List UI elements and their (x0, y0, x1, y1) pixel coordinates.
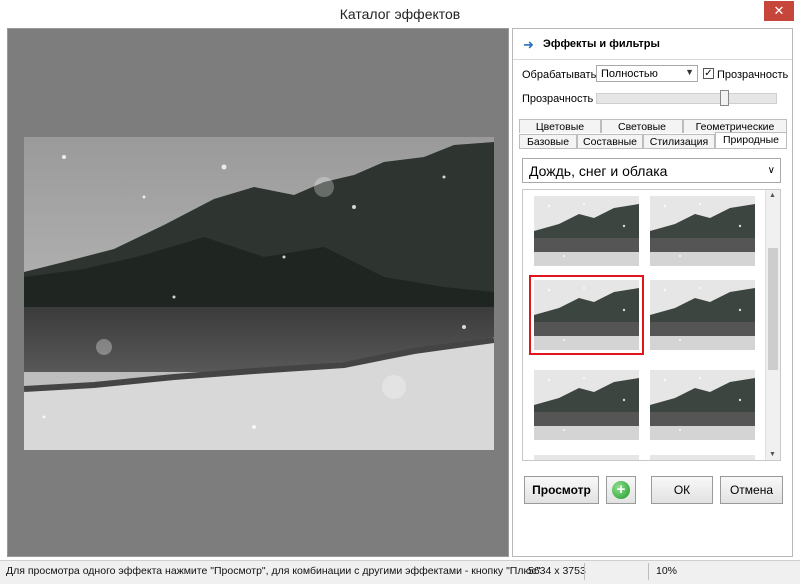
plus-button[interactable]: + (606, 476, 636, 504)
effect-thumbnail[interactable] (650, 196, 755, 266)
tab-divider (519, 148, 787, 149)
status-separator (648, 563, 649, 580)
cancel-button[interactable]: Отмена (720, 476, 783, 504)
effect-category-value: Дождь, снег и облака (529, 163, 668, 179)
status-separator (584, 563, 585, 580)
transparency-checkbox[interactable]: ✓ (703, 68, 714, 79)
panel-header: ➜ Эффекты и фильтры (513, 29, 792, 60)
ok-button[interactable]: ОК (651, 476, 713, 504)
tab-compound[interactable]: Составные (577, 134, 643, 148)
effect-category-select[interactable]: Дождь, снег и облака ∨ (522, 158, 781, 183)
panel-title: Эффекты и фильтры (543, 38, 660, 50)
status-hint: Для просмотра одного эффекта нажмите "Пр… (6, 565, 541, 577)
effect-thumbnail-selected[interactable] (529, 275, 644, 355)
plus-icon: + (612, 481, 630, 499)
thumbnails-scrollbar[interactable]: ▲ ▼ (765, 190, 780, 460)
status-bar: Для просмотра одного эффекта нажмите "Пр… (0, 560, 800, 584)
scrollbar-thumb[interactable] (768, 248, 778, 370)
title-bar: Каталог эффектов ✕ (0, 0, 800, 28)
tab-light[interactable]: Световые (601, 119, 683, 133)
tab-geometric[interactable]: Геометрические (683, 119, 787, 133)
tab-natural[interactable]: Природные (715, 132, 787, 148)
scroll-up-icon[interactable]: ▲ (769, 192, 776, 199)
preview-area (7, 28, 509, 557)
effect-thumbnail[interactable] (534, 196, 639, 266)
tab-stylize[interactable]: Стилизация (643, 134, 715, 148)
transparency-checkbox-label: Прозрачность (717, 69, 789, 81)
effect-thumbnail[interactable] (650, 455, 755, 460)
process-select[interactable]: Полностью ▼ (596, 65, 698, 82)
effect-thumbnail[interactable] (650, 280, 755, 350)
effect-thumbnails: ▲ ▼ (522, 189, 781, 461)
process-label: Обрабатывать (522, 69, 597, 81)
close-icon: ✕ (773, 3, 785, 18)
status-dimensions: 5634 x 3753 (528, 565, 586, 577)
tab-basic[interactable]: Базовые (519, 134, 577, 148)
close-button[interactable]: ✕ (764, 1, 794, 21)
effect-thumbnail[interactable] (534, 455, 639, 460)
effects-panel: ➜ Эффекты и фильтры Обрабатывать Полност… (512, 28, 793, 557)
preview-photo (24, 137, 494, 450)
arrow-right-icon: ➜ (523, 37, 534, 52)
chevron-down-icon: ▼ (685, 67, 694, 77)
scroll-down-icon[interactable]: ▼ (769, 451, 776, 458)
transparency-slider-label: Прозрачность (522, 93, 594, 105)
effect-thumbnail[interactable] (650, 370, 755, 440)
process-select-value: Полностью (601, 68, 658, 80)
effect-thumbnail[interactable] (534, 370, 639, 440)
transparency-slider[interactable] (596, 93, 777, 104)
status-zoom: 10% (656, 565, 678, 577)
chevron-down-icon: ∨ (767, 165, 775, 176)
window-title: Каталог эффектов (339, 6, 461, 22)
transparency-slider-handle[interactable] (720, 90, 729, 106)
tab-color[interactable]: Цветовые (519, 119, 601, 133)
preview-button[interactable]: Просмотр (524, 476, 599, 504)
